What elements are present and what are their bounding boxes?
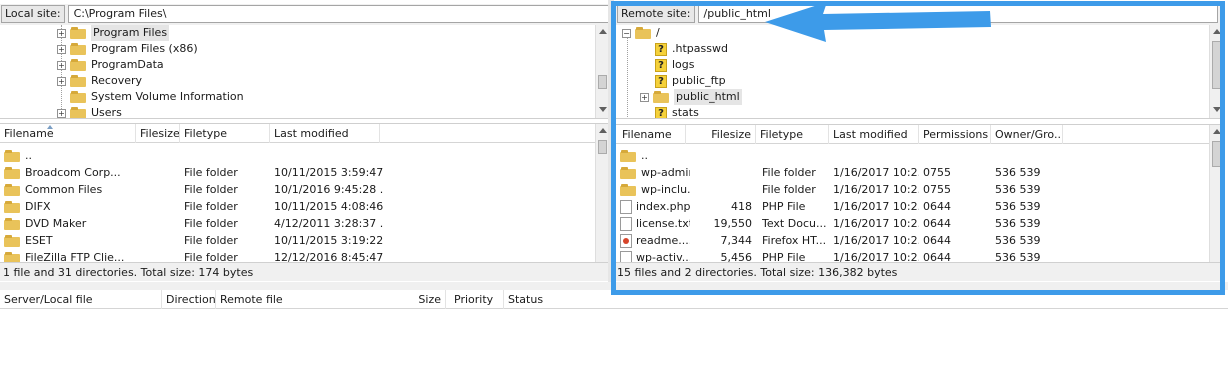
folder-icon [70,75,86,87]
local-site-label: Local site: [1,5,65,23]
local-directory-tree[interactable]: + Program Files + Program Files (x86) + … [0,25,608,119]
file-row[interactable]: .. [0,147,595,164]
file-modified: 10/11/2015 4:08:46... [274,200,384,213]
expand-icon[interactable]: + [57,28,66,38]
folder-icon [4,184,20,196]
local-list-scrollbar[interactable] [595,124,608,262]
transfer-queue[interactable]: Server/Local file Direction Remote file … [0,290,1228,368]
folder-icon [4,201,20,213]
file-type: File folder [184,251,238,262]
tree-item[interactable]: + ProgramData [57,57,164,73]
tree-item-label: Program Files (x86) [91,42,198,55]
tree-item-label: System Volume Information [91,90,244,103]
arrow-annotation-icon [765,2,991,42]
file-type: File folder [184,217,238,230]
file-name: DIFX [25,200,51,213]
expand-icon[interactable]: + [57,44,66,54]
tree-item-label: Recovery [91,74,143,87]
file-modified: 10/1/2016 9:45:28 ... [274,183,384,196]
file-row[interactable]: FileZilla FTP Clie... File folder 12/12/… [0,249,595,262]
file-type: File folder [184,234,238,247]
file-modified: 10/11/2015 3:59:47... [274,166,384,179]
file-name: Common Files [25,183,103,196]
file-name: .. [25,149,32,162]
file-name: FileZilla FTP Clie... [25,251,125,262]
tree-item-label: ProgramData [91,58,164,71]
local-status-bar: 1 file and 31 directories. Total size: 1… [0,262,608,281]
file-name: ESET [25,234,53,247]
folder-icon [70,27,86,39]
scroll-thumb[interactable] [598,140,607,154]
column-header-last-modified[interactable]: Last modified [270,124,380,143]
file-type: File folder [184,166,238,179]
folder-icon [4,235,20,247]
column-header-filesize[interactable]: Filesize [136,124,180,143]
folder-icon [70,91,86,103]
tree-item[interactable]: + Program Files (x86) [57,41,198,57]
file-row[interactable]: DVD Maker File folder 4/12/2011 3:28:37 … [0,215,595,232]
column-header-size[interactable]: Size [380,290,446,309]
file-row[interactable]: Broadcom Corp... File folder 10/11/2015 … [0,164,595,181]
local-tree-scrollbar[interactable] [595,25,608,118]
column-header-direction[interactable]: Direction [162,290,216,309]
tree-item[interactable]: + Recovery [57,73,142,89]
column-header-priority[interactable]: Priority [450,290,504,309]
local-site-bar: Local site: C:\Program Files\ [0,4,618,25]
tree-item[interactable]: + Users [57,105,122,119]
folder-icon [4,218,20,230]
folder-icon [70,59,86,71]
tree-item-label: Program Files [91,25,170,41]
local-file-list[interactable]: Filename Filesize Filetype Last modified… [0,123,608,262]
file-row[interactable]: Common Files File folder 10/1/2016 9:45:… [0,181,595,198]
file-name: Broadcom Corp... [25,166,121,179]
file-modified: 4/12/2011 3:28:37 ... [274,217,384,230]
file-name: DVD Maker [25,217,87,230]
tree-item[interactable]: System Volume Information [70,89,244,105]
file-type: File folder [184,200,238,213]
expand-icon[interactable]: + [57,108,66,118]
folder-icon [4,167,20,179]
folder-icon [70,43,86,55]
expand-icon[interactable]: + [57,76,66,86]
local-site-path-input[interactable]: C:\Program Files\ [67,5,618,23]
column-header-filetype[interactable]: Filetype [180,124,270,143]
file-modified: 10/11/2015 3:19:22... [274,234,384,247]
folder-icon [4,252,20,262]
local-list-header: Filename Filesize Filetype Last modified [0,124,595,143]
file-row[interactable]: ESET File folder 10/11/2015 3:19:22... [0,232,595,249]
column-header-server-local-file[interactable]: Server/Local file [0,290,162,309]
file-row[interactable]: DIFX File folder 10/11/2015 4:08:46... [0,198,595,215]
file-type: File folder [184,183,238,196]
column-header-filename[interactable]: Filename [0,124,136,143]
tree-item[interactable]: + Program Files [57,25,170,41]
tree-item-label: Users [91,106,122,119]
file-modified: 12/12/2016 8:45:47... [274,251,384,262]
highlight-box [611,1,1225,295]
folder-icon [4,150,20,162]
scroll-thumb[interactable] [598,75,607,89]
expand-icon[interactable]: + [57,60,66,70]
folder-icon [70,107,86,118]
